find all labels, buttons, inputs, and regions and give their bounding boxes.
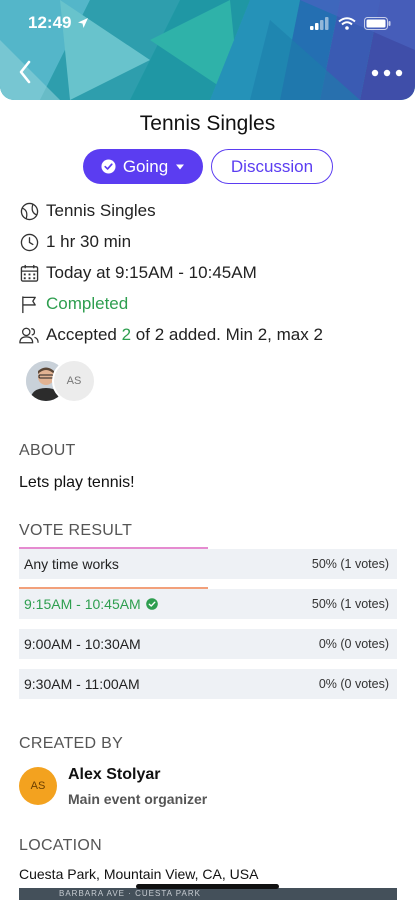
about-text: Lets play tennis! xyxy=(19,474,135,491)
vote-option-label: 9:00AM - 10:30AM xyxy=(24,636,141,652)
event-header-banner: 12:49 xyxy=(0,0,415,100)
home-indicator[interactable] xyxy=(136,884,279,889)
datetime-row: Today at 9:15AM - 10:45AM xyxy=(19,263,257,283)
vote-option-row-selected[interactable]: 9:15AM - 10:45AM 50% (1 votes) xyxy=(19,587,397,619)
location-arrow-icon xyxy=(78,18,89,28)
participants-row: Accepted 2 of 2 added. Min 2, max 2 xyxy=(19,325,323,345)
status-time: 12:49 xyxy=(28,13,72,32)
discussion-label: Discussion xyxy=(230,156,314,176)
map-street-label: BARBARA AVE · CUESTA PARK xyxy=(59,889,201,898)
participant-avatar-initials[interactable]: AS xyxy=(52,359,96,403)
location-address[interactable]: Cuesta Park, Mountain View, CA, USA xyxy=(19,866,258,882)
created-by-heading: CREATED BY xyxy=(19,735,124,752)
people-icon xyxy=(19,325,39,345)
signal-icon xyxy=(310,16,329,30)
creator-avatar[interactable]: AS xyxy=(19,767,57,805)
vote-option-row[interactable]: 9:30AM - 11:00AM 0% (0 votes) xyxy=(19,669,397,699)
vote-share-bar xyxy=(19,587,208,589)
accepted-suffix: of 2 added. Min 2, max 2 xyxy=(131,325,323,344)
going-label: Going xyxy=(122,156,169,176)
status-row: Completed xyxy=(19,294,128,314)
event-title: Tennis Singles xyxy=(139,112,276,135)
calendar-icon xyxy=(19,263,39,283)
going-status-button[interactable]: Going xyxy=(83,149,203,184)
discussion-button[interactable]: Discussion xyxy=(211,149,333,184)
event-status: Completed xyxy=(46,294,129,313)
selected-check-icon xyxy=(145,598,158,610)
duration-text: 1 hr 30 min xyxy=(46,232,132,251)
activity-row: Tennis Singles xyxy=(19,201,156,221)
clock-icon xyxy=(19,232,39,252)
accepted-prefix: Accepted xyxy=(46,325,122,344)
vote-option-label: Any time works xyxy=(24,556,119,572)
accepted-summary: Accepted 2 of 2 added. Min 2, max 2 xyxy=(46,325,323,345)
vote-option-label: 9:15AM - 10:45AM xyxy=(24,596,141,612)
more-options-button[interactable] xyxy=(369,60,405,86)
more-dots-icon xyxy=(371,69,403,77)
vote-option-label-wrap: 9:15AM - 10:45AM xyxy=(24,596,158,612)
creator-name[interactable]: Alex Stolyar xyxy=(68,766,160,784)
creator-role: Main event organizer xyxy=(68,791,208,807)
tennis-ball-icon xyxy=(19,201,39,221)
battery-icon xyxy=(364,16,391,30)
location-map-preview[interactable]: BARBARA AVE · CUESTA PARK xyxy=(19,888,397,900)
wifi-icon xyxy=(338,16,356,30)
location-heading: LOCATION xyxy=(19,837,103,854)
accepted-count: 2 xyxy=(121,325,132,344)
flag-icon xyxy=(19,294,39,314)
caret-down-icon xyxy=(176,164,185,169)
vote-option-row[interactable]: Any time works 50% (1 votes) xyxy=(19,547,397,579)
vote-option-result: 0% (0 votes) xyxy=(318,677,389,691)
vote-option-label: 9:30AM - 11:00AM xyxy=(24,676,140,692)
vote-option-result: 50% (1 votes) xyxy=(311,597,389,611)
chevron-left-icon xyxy=(19,60,31,84)
vote-option-result: 0% (0 votes) xyxy=(318,637,389,651)
about-heading: ABOUT xyxy=(19,442,76,459)
back-button[interactable] xyxy=(12,56,38,88)
status-bar: 12:49 xyxy=(28,12,391,34)
vote-heading: VOTE RESULT xyxy=(19,522,133,539)
vote-share-bar xyxy=(19,547,208,549)
check-circle-icon xyxy=(101,159,116,174)
datetime-text: Today at 9:15AM - 10:45AM xyxy=(46,263,257,282)
activity-name: Tennis Singles xyxy=(46,201,156,220)
vote-option-result: 50% (1 votes) xyxy=(311,557,389,571)
vote-option-row[interactable]: 9:00AM - 10:30AM 0% (0 votes) xyxy=(19,629,397,659)
duration-row: 1 hr 30 min xyxy=(19,232,131,252)
